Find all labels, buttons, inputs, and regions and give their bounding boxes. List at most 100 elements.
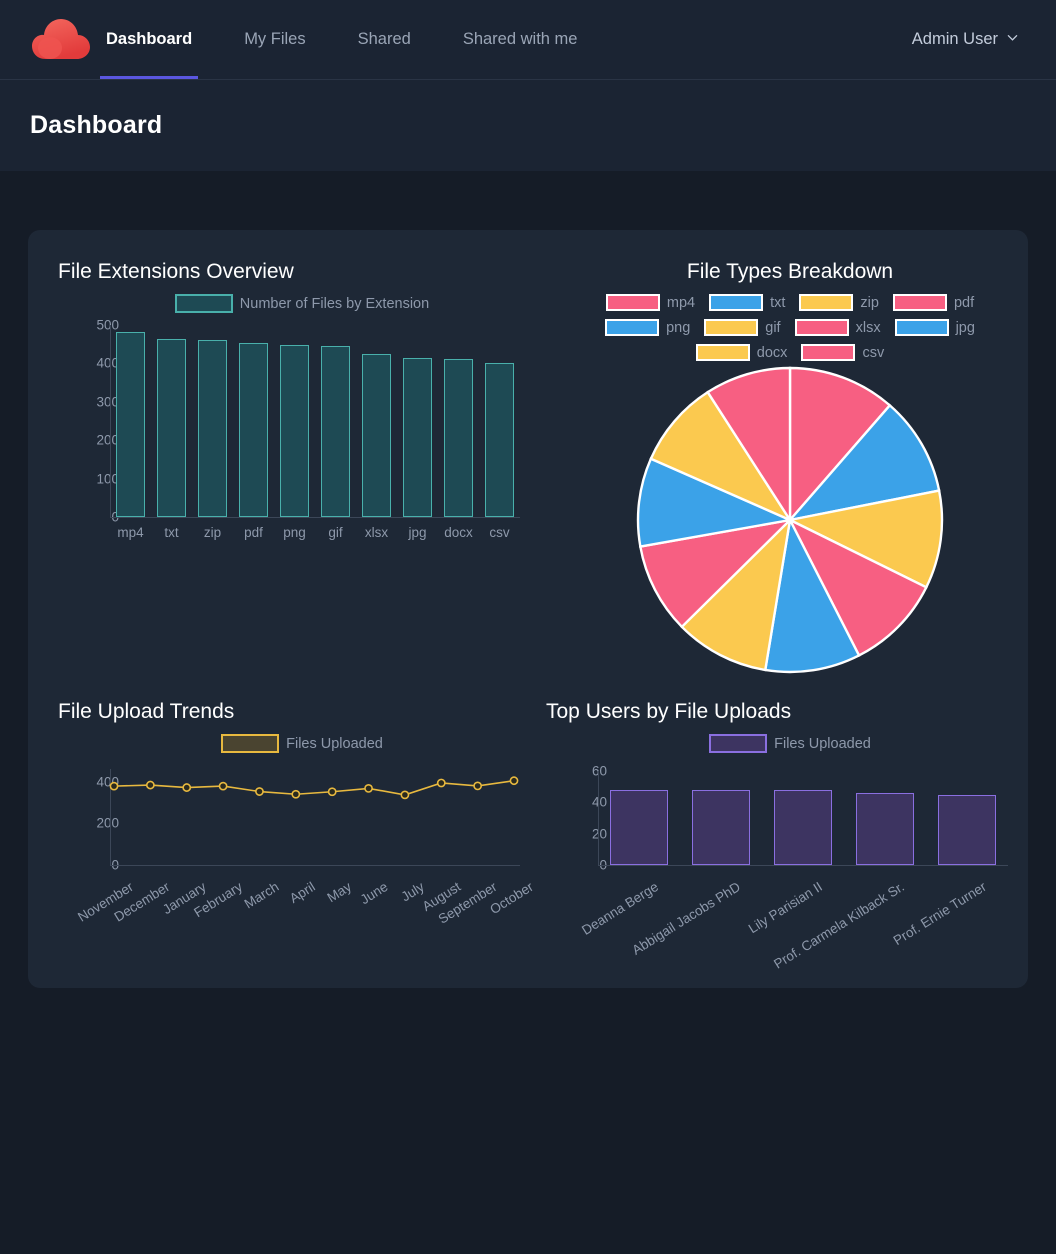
bar[interactable] xyxy=(938,794,996,865)
legend-label: gif xyxy=(765,319,781,336)
bar[interactable] xyxy=(610,789,668,865)
legend-top-users: Files Uploaded xyxy=(546,734,1034,753)
legend-label: png xyxy=(666,319,691,336)
legend-label: xlsx xyxy=(855,319,881,336)
bar[interactable] xyxy=(443,359,474,517)
x-axis-line xyxy=(110,517,520,518)
chevron-down-icon xyxy=(1007,35,1018,41)
legend-swatch xyxy=(894,319,949,336)
y-axis-tick: 300 xyxy=(96,394,119,410)
x-axis-label: png xyxy=(283,525,306,540)
legend-swatch xyxy=(799,294,854,311)
data-point[interactable] xyxy=(364,784,373,793)
legend-item[interactable]: Files Uploaded xyxy=(221,734,383,753)
data-point[interactable] xyxy=(327,787,337,797)
data-point[interactable] xyxy=(218,781,228,791)
data-point[interactable] xyxy=(473,781,483,791)
legend-swatch xyxy=(709,734,768,753)
chart-upload-trends: 0200400NovemberDecemberJanuaryFebruaryMa… xyxy=(58,759,546,979)
data-point[interactable] xyxy=(400,790,410,800)
chart-file-types xyxy=(546,365,1034,677)
nav-item-label: Dashboard xyxy=(106,30,193,48)
legend-item[interactable]: png xyxy=(605,319,690,336)
x-axis-label: Abbigail Jacobs PhD xyxy=(629,879,743,958)
panel-title: File Types Breakdown xyxy=(686,260,894,283)
user-menu-label: Admin User xyxy=(911,30,998,48)
bar[interactable] xyxy=(156,339,187,517)
legend-swatch xyxy=(605,319,660,336)
data-point[interactable] xyxy=(509,776,519,786)
legend-item[interactable]: Files Uploaded xyxy=(709,734,871,753)
y-axis-tick: 100 xyxy=(96,471,119,487)
user-menu[interactable]: Admin User xyxy=(912,30,1028,49)
legend-swatch xyxy=(695,344,750,361)
y-axis-line xyxy=(598,771,599,865)
data-point[interactable] xyxy=(182,783,192,792)
nav-item-dashboard[interactable]: Dashboard xyxy=(99,0,199,79)
legend-item[interactable]: csv xyxy=(801,344,884,361)
legend-item[interactable]: txt xyxy=(709,294,785,311)
legend-swatch xyxy=(892,294,947,311)
bar[interactable] xyxy=(856,792,914,865)
y-axis-tick: 500 xyxy=(96,317,119,333)
bar[interactable] xyxy=(279,344,310,517)
nav-links: Dashboard My Files Shared Shared with me xyxy=(99,0,629,79)
app-logo[interactable] xyxy=(28,17,94,63)
nav-item-shared[interactable]: Shared xyxy=(358,0,411,79)
nav-item-shared-with-me[interactable]: Shared with me xyxy=(463,0,578,79)
panel-title: Top Users by File Uploads xyxy=(546,700,792,723)
x-axis-line xyxy=(598,865,1008,866)
legend-label: pdf xyxy=(953,294,975,311)
legend-swatch xyxy=(174,294,233,313)
legend-label: Files Uploaded xyxy=(774,735,871,752)
bar[interactable] xyxy=(402,358,433,517)
legend-item[interactable]: zip xyxy=(799,294,879,311)
legend-label: mp4 xyxy=(666,294,696,311)
chart-file-extensions: 0100200300400500mp4txtzippdfpnggifxlsxjp… xyxy=(58,317,546,579)
bar[interactable] xyxy=(361,354,392,517)
legend-item[interactable]: gif xyxy=(704,319,781,336)
bar[interactable] xyxy=(320,345,351,517)
bar[interactable] xyxy=(238,343,269,517)
top-navbar: Dashboard My Files Shared Shared with me… xyxy=(0,0,1056,79)
data-point[interactable] xyxy=(145,780,155,790)
legend-file-extensions: Number of Files by Extension xyxy=(58,294,546,313)
line-series xyxy=(109,776,519,800)
x-axis-label: txt xyxy=(164,525,179,540)
bar[interactable] xyxy=(774,789,832,865)
data-point[interactable] xyxy=(109,781,119,791)
legend-label: Files Uploaded xyxy=(286,735,383,752)
legend-label: jpg xyxy=(955,319,975,336)
legend-item[interactable]: jpg xyxy=(894,319,975,336)
legend-item[interactable]: pdf xyxy=(892,294,975,311)
legend-item[interactable]: docx xyxy=(695,344,787,361)
legend-swatch xyxy=(801,344,856,361)
dashboard-card: File Extensions Overview Number of Files… xyxy=(28,230,1028,988)
y-axis-line xyxy=(110,325,111,517)
nav-item-label: Shared with me xyxy=(462,30,578,48)
panel-file-types: File Types Breakdown mp4 txt zip pdf png gif x… xyxy=(546,260,1034,700)
data-point[interactable] xyxy=(255,787,264,796)
x-axis-label: pdf xyxy=(244,525,263,540)
legend-label: zip xyxy=(860,294,879,311)
legend-item[interactable]: Number of Files by Extension xyxy=(174,294,429,313)
legend-file-types: mp4 txt zip pdf png gif xlsx jpg docx csv xyxy=(590,294,990,361)
x-axis-label: xlsx xyxy=(364,525,389,540)
x-axis-label: gif xyxy=(328,525,343,540)
bar[interactable] xyxy=(115,332,146,517)
legend-swatch xyxy=(221,734,280,753)
legend-item[interactable]: xlsx xyxy=(794,319,881,336)
nav-item-label: Shared xyxy=(357,30,411,48)
legend-swatch xyxy=(704,319,759,336)
bar[interactable] xyxy=(484,363,515,517)
x-axis-label: Prof. Ernie Turner xyxy=(890,879,989,949)
bar[interactable] xyxy=(692,789,750,865)
legend-item[interactable]: mp4 xyxy=(605,294,696,311)
bar[interactable] xyxy=(197,340,228,517)
data-point[interactable] xyxy=(436,778,446,788)
x-axis-label: Prof. Carmela Kilback Sr. xyxy=(771,879,907,972)
nav-item-my-files[interactable]: My Files xyxy=(244,0,305,79)
data-point[interactable] xyxy=(291,789,301,799)
panel-title: File Extensions Overview xyxy=(58,260,294,283)
x-axis-label: zip xyxy=(203,525,222,540)
